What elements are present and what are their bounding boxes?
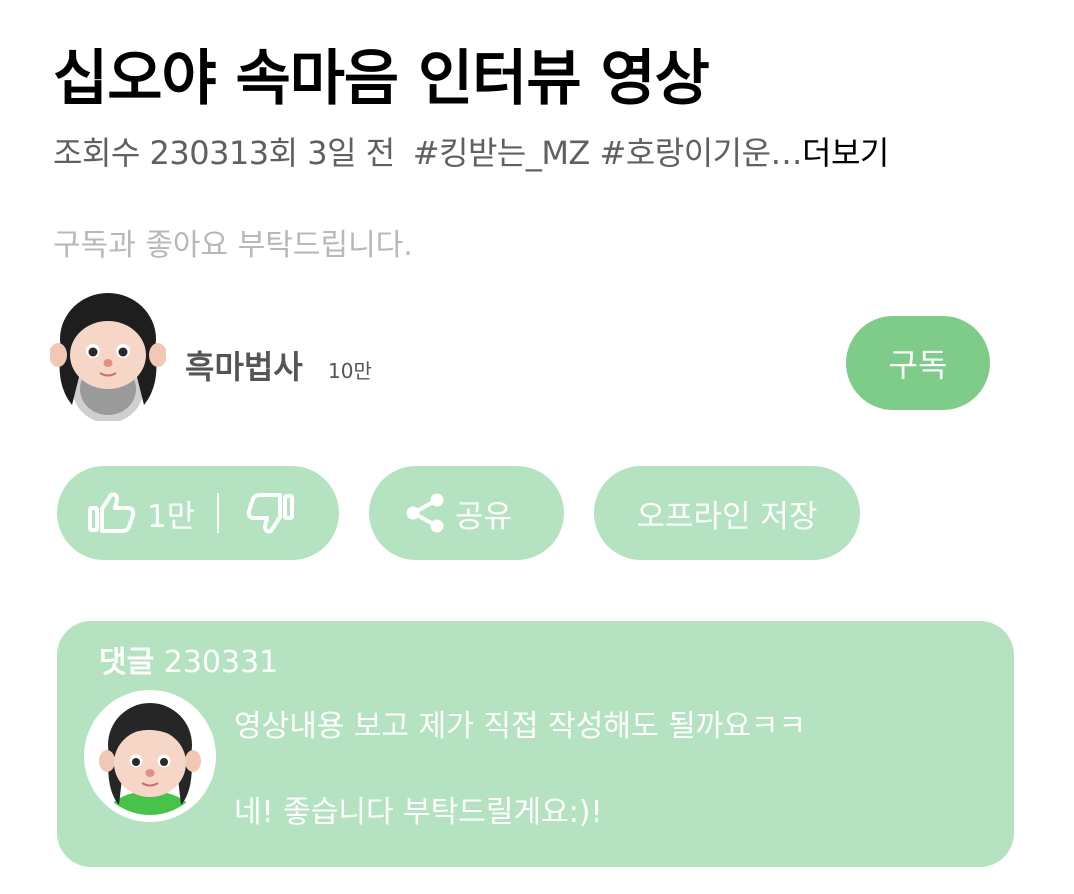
video-title: 십오야 속마음 인터뷰 영상 <box>53 44 710 114</box>
commenter-avatar[interactable] <box>83 689 217 823</box>
like-divider <box>217 493 220 533</box>
hashtags[interactable]: #킹받는_MZ #호랑이기운… <box>413 134 803 172</box>
share-icon <box>406 493 444 533</box>
video-description: 구독과 좋아요 부탁드립니다. <box>53 228 413 263</box>
comments-count: 230331 <box>163 645 279 680</box>
comments-label: 댓글 <box>99 645 155 680</box>
video-meta-row: 조회수 230313회 3일 전 #킹받는_MZ #호랑이기운…더보기 <box>53 128 889 174</box>
comments-header: 댓글 230331 <box>99 637 278 681</box>
thumbs-down-icon <box>247 493 295 534</box>
comment-text-line-1: 영상내용 보고 제가 직접 작성해도 될까요ㅋㅋ <box>234 709 807 744</box>
save-offline-button[interactable]: 오프라인 저장 <box>594 466 860 560</box>
more-button[interactable]: 더보기 <box>802 134 889 172</box>
channel-name[interactable]: 흑마법사 <box>185 342 303 388</box>
subscribe-button[interactable]: 구독 <box>846 316 990 410</box>
comment-text-line-2: 네! 좋습니다 부탁드릴게요:)! <box>234 795 603 830</box>
share-label: 공유 <box>455 498 513 535</box>
thumbs-up-icon <box>88 492 136 533</box>
like-button[interactable]: 1만 <box>87 491 195 536</box>
dislike-button[interactable] <box>245 491 295 535</box>
upload-age: 3일 전 <box>307 134 395 172</box>
comments-panel[interactable]: 댓글 230331 영상내용 보고 제가 직접 작성해도 될까요ㅋㅋ 네! 좋습… <box>57 621 1014 867</box>
view-count: 조회수 230313회 <box>53 134 298 172</box>
like-count: 1만 <box>147 498 196 535</box>
channel-avatar[interactable] <box>50 293 166 421</box>
like-dislike-pill: 1만 <box>57 466 339 560</box>
subscriber-count: 10만 <box>328 359 372 383</box>
share-button[interactable]: 공유 <box>369 466 564 560</box>
